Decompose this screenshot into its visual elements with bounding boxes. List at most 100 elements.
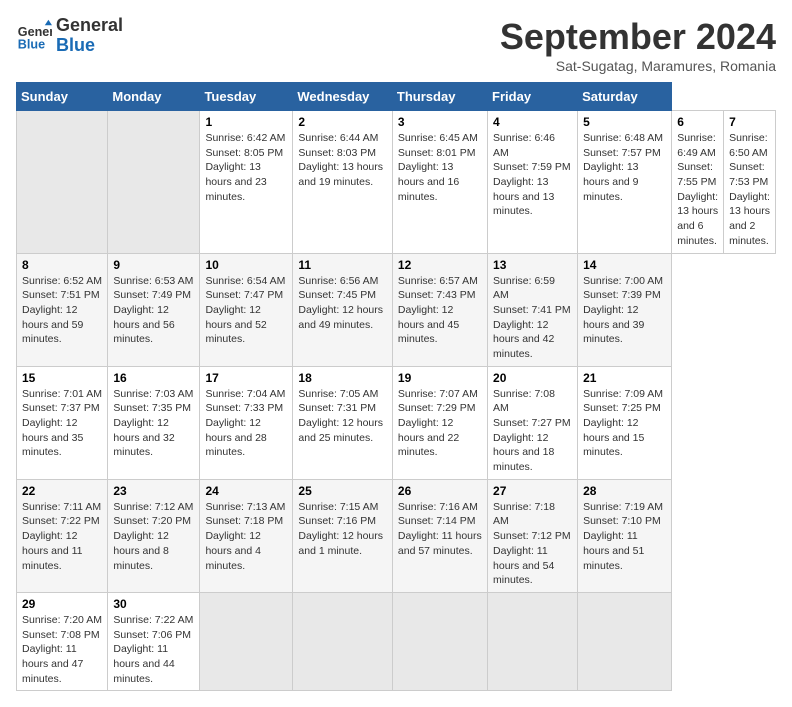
sunrise: Sunrise: 6:42 AM — [205, 132, 285, 144]
day-info: Sunrise: 7:19 AM Sunset: 7:10 PM Dayligh… — [583, 500, 666, 573]
sunset: Sunset: 7:57 PM — [583, 147, 661, 159]
sunrise: Sunrise: 6:48 AM — [583, 132, 663, 144]
sunset: Sunset: 7:33 PM — [205, 402, 283, 414]
calendar-cell: 6 Sunrise: 6:49 AM Sunset: 7:55 PM Dayli… — [672, 111, 724, 254]
sunrise: Sunrise: 6:54 AM — [205, 275, 285, 287]
logo: General Blue General Blue — [16, 16, 123, 56]
calendar-cell — [200, 592, 293, 690]
weekday-header-thursday: Thursday — [392, 83, 487, 111]
sunrise: Sunrise: 6:50 AM — [729, 132, 768, 159]
day-number: 17 — [205, 371, 287, 385]
calendar-cell: 25 Sunrise: 7:15 AM Sunset: 7:16 PM Dayl… — [293, 479, 393, 592]
day-number: 13 — [493, 258, 572, 272]
calendar-table: SundayMondayTuesdayWednesdayThursdayFrid… — [16, 82, 776, 691]
calendar-cell — [578, 592, 672, 690]
week-row-3: 15 Sunrise: 7:01 AM Sunset: 7:37 PM Dayl… — [17, 366, 776, 479]
daylight: Daylight: 12 hours and 11 minutes. — [22, 530, 83, 571]
day-info: Sunrise: 6:54 AM Sunset: 7:47 PM Dayligh… — [205, 274, 287, 347]
daylight: Daylight: 13 hours and 13 minutes. — [493, 176, 554, 217]
day-info: Sunrise: 7:01 AM Sunset: 7:37 PM Dayligh… — [22, 387, 102, 460]
calendar-title: September 2024 — [500, 16, 776, 58]
day-number: 10 — [205, 258, 287, 272]
logo-line1: General — [56, 16, 123, 36]
sunrise: Sunrise: 7:07 AM — [398, 388, 478, 400]
sunset: Sunset: 7:29 PM — [398, 402, 476, 414]
logo-text: General Blue — [56, 16, 123, 56]
weekday-header-friday: Friday — [488, 83, 578, 111]
sunrise: Sunrise: 7:22 AM — [113, 614, 193, 626]
sunset: Sunset: 7:22 PM — [22, 515, 100, 527]
calendar-cell: 7 Sunrise: 6:50 AM Sunset: 7:53 PM Dayli… — [724, 111, 776, 254]
sunset: Sunset: 7:08 PM — [22, 629, 100, 641]
calendar-cell: 19 Sunrise: 7:07 AM Sunset: 7:29 PM Dayl… — [392, 366, 487, 479]
weekday-header-row: SundayMondayTuesdayWednesdayThursdayFrid… — [17, 83, 776, 111]
calendar-cell: 4 Sunrise: 6:46 AM Sunset: 7:59 PM Dayli… — [488, 111, 578, 254]
sunset: Sunset: 7:10 PM — [583, 515, 661, 527]
sunrise: Sunrise: 6:57 AM — [398, 275, 478, 287]
day-number: 4 — [493, 115, 572, 129]
weekday-header-tuesday: Tuesday — [200, 83, 293, 111]
day-info: Sunrise: 6:46 AM Sunset: 7:59 PM Dayligh… — [493, 131, 572, 219]
day-info: Sunrise: 6:45 AM Sunset: 8:01 PM Dayligh… — [398, 131, 482, 204]
day-info: Sunrise: 6:48 AM Sunset: 7:57 PM Dayligh… — [583, 131, 666, 204]
day-info: Sunrise: 6:42 AM Sunset: 8:05 PM Dayligh… — [205, 131, 287, 204]
sunset: Sunset: 7:20 PM — [113, 515, 191, 527]
day-info: Sunrise: 6:49 AM Sunset: 7:55 PM Dayligh… — [677, 131, 718, 249]
daylight: Daylight: 11 hours and 51 minutes. — [583, 530, 644, 571]
sunrise: Sunrise: 7:18 AM — [493, 501, 555, 528]
daylight: Daylight: 12 hours and 49 minutes. — [298, 304, 383, 331]
sunset: Sunset: 7:18 PM — [205, 515, 283, 527]
daylight: Daylight: 12 hours and 15 minutes. — [583, 417, 644, 458]
day-number: 28 — [583, 484, 666, 498]
day-info: Sunrise: 7:07 AM Sunset: 7:29 PM Dayligh… — [398, 387, 482, 460]
daylight: Daylight: 12 hours and 4 minutes. — [205, 530, 260, 571]
calendar-cell — [108, 111, 200, 254]
calendar-cell: 8 Sunrise: 6:52 AM Sunset: 7:51 PM Dayli… — [17, 253, 108, 366]
day-info: Sunrise: 7:16 AM Sunset: 7:14 PM Dayligh… — [398, 500, 482, 559]
day-number: 24 — [205, 484, 287, 498]
calendar-cell: 12 Sunrise: 6:57 AM Sunset: 7:43 PM Dayl… — [392, 253, 487, 366]
sunset: Sunset: 7:41 PM — [493, 304, 571, 316]
calendar-cell: 21 Sunrise: 7:09 AM Sunset: 7:25 PM Dayl… — [578, 366, 672, 479]
day-number: 29 — [22, 597, 102, 611]
day-number: 23 — [113, 484, 194, 498]
day-info: Sunrise: 7:18 AM Sunset: 7:12 PM Dayligh… — [493, 500, 572, 588]
daylight: Daylight: 12 hours and 45 minutes. — [398, 304, 459, 345]
sunrise: Sunrise: 7:19 AM — [583, 501, 663, 513]
sunset: Sunset: 8:01 PM — [398, 147, 476, 159]
calendar-cell: 11 Sunrise: 6:56 AM Sunset: 7:45 PM Dayl… — [293, 253, 393, 366]
sunrise: Sunrise: 7:16 AM — [398, 501, 478, 513]
sunrise: Sunrise: 6:59 AM — [493, 275, 555, 302]
week-row-5: 29 Sunrise: 7:20 AM Sunset: 7:08 PM Dayl… — [17, 592, 776, 690]
sunset: Sunset: 7:14 PM — [398, 515, 476, 527]
calendar-cell: 26 Sunrise: 7:16 AM Sunset: 7:14 PM Dayl… — [392, 479, 487, 592]
day-info: Sunrise: 7:04 AM Sunset: 7:33 PM Dayligh… — [205, 387, 287, 460]
calendar-cell: 30 Sunrise: 7:22 AM Sunset: 7:06 PM Dayl… — [108, 592, 200, 690]
day-number: 19 — [398, 371, 482, 385]
day-number: 14 — [583, 258, 666, 272]
day-info: Sunrise: 7:09 AM Sunset: 7:25 PM Dayligh… — [583, 387, 666, 460]
sunrise: Sunrise: 7:08 AM — [493, 388, 555, 415]
day-info: Sunrise: 6:53 AM Sunset: 7:49 PM Dayligh… — [113, 274, 194, 347]
day-number: 3 — [398, 115, 482, 129]
calendar-cell: 20 Sunrise: 7:08 AM Sunset: 7:27 PM Dayl… — [488, 366, 578, 479]
day-info: Sunrise: 7:12 AM Sunset: 7:20 PM Dayligh… — [113, 500, 194, 573]
calendar-cell: 14 Sunrise: 7:00 AM Sunset: 7:39 PM Dayl… — [578, 253, 672, 366]
daylight: Daylight: 12 hours and 18 minutes. — [493, 432, 554, 473]
day-number: 9 — [113, 258, 194, 272]
calendar-cell: 29 Sunrise: 7:20 AM Sunset: 7:08 PM Dayl… — [17, 592, 108, 690]
sunset: Sunset: 7:49 PM — [113, 289, 191, 301]
calendar-cell — [392, 592, 487, 690]
week-row-1: 1 Sunrise: 6:42 AM Sunset: 8:05 PM Dayli… — [17, 111, 776, 254]
daylight: Daylight: 12 hours and 32 minutes. — [113, 417, 174, 458]
day-number: 22 — [22, 484, 102, 498]
sunrise: Sunrise: 7:01 AM — [22, 388, 102, 400]
day-number: 7 — [729, 115, 770, 129]
sunrise: Sunrise: 7:09 AM — [583, 388, 663, 400]
calendar-cell: 18 Sunrise: 7:05 AM Sunset: 7:31 PM Dayl… — [293, 366, 393, 479]
day-info: Sunrise: 7:20 AM Sunset: 7:08 PM Dayligh… — [22, 613, 102, 686]
daylight: Daylight: 12 hours and 56 minutes. — [113, 304, 174, 345]
day-number: 1 — [205, 115, 287, 129]
sunrise: Sunrise: 7:03 AM — [113, 388, 193, 400]
day-number: 5 — [583, 115, 666, 129]
